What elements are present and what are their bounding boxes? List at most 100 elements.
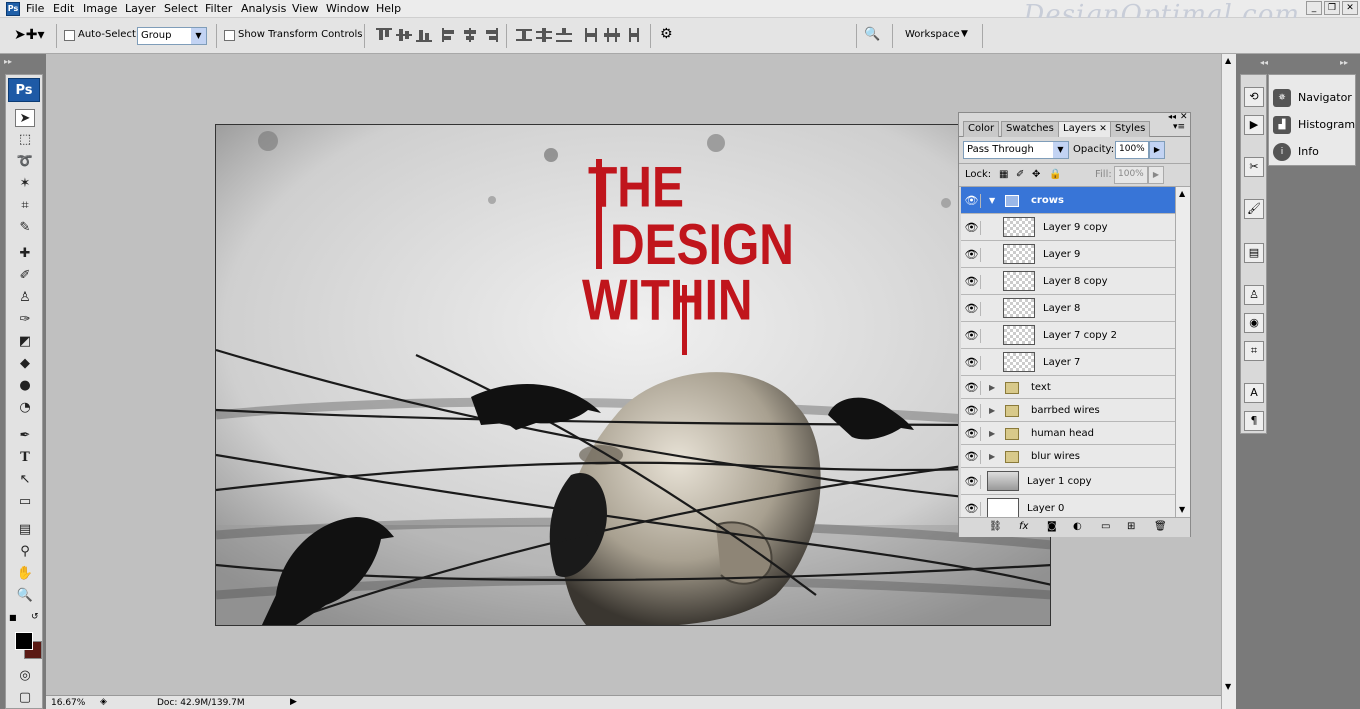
visibility-eye-icon[interactable]: 👁 <box>963 220 981 235</box>
scroll-up-icon[interactable]: ▲ <box>1225 56 1231 65</box>
minimize-button[interactable]: _ <box>1306 1 1322 15</box>
navigator-item[interactable]: ✵ Navigator <box>1273 87 1353 109</box>
menu-help[interactable]: Help <box>376 2 401 15</box>
photoshop-app-icon[interactable]: Ps <box>6 2 20 16</box>
adjustment-layer-icon[interactable]: ◐ <box>1073 521 1082 532</box>
hand-tool-icon[interactable]: ✋ <box>15 565 35 583</box>
restore-button[interactable]: ❐ <box>1324 1 1340 15</box>
crop-tool-icon[interactable]: ⌗ <box>15 197 35 215</box>
layer-group-row[interactable]: 👁 ▼ crows <box>961 187 1175 214</box>
link-layers-icon[interactable]: ⛓ <box>989 521 1002 532</box>
paths-icon[interactable]: ⌗ <box>1244 341 1264 361</box>
chevron-down-icon[interactable]: ▼ <box>1053 142 1068 158</box>
layer-group-row[interactable]: 👁 ▶ human head <box>961 422 1175 445</box>
expand-triangle-icon[interactable]: ▶ <box>989 429 995 438</box>
menu-image[interactable]: Image <box>83 2 117 15</box>
menu-analysis[interactable]: Analysis <box>241 2 286 15</box>
menu-view[interactable]: View <box>292 2 318 15</box>
auto-select-checkbox[interactable] <box>64 30 75 41</box>
clone-source-icon[interactable]: ♙ <box>1244 285 1264 305</box>
collapse-arrows-icon[interactable]: ◂◂ <box>1260 58 1268 67</box>
layer-style-icon[interactable]: fx <box>1019 521 1028 532</box>
distribute-vcenter-icon[interactable] <box>536 28 552 42</box>
distribute-top-icon[interactable] <box>516 28 532 42</box>
zoom-tool-icon[interactable]: 🔍 <box>15 587 35 605</box>
fill-input[interactable]: 100% <box>1114 166 1148 184</box>
distribute-bottom-icon[interactable] <box>556 28 572 42</box>
history-icon[interactable]: ⟲ <box>1244 87 1264 107</box>
layer-group-row[interactable]: 👁 ▶ blur wires <box>961 445 1175 468</box>
magic-wand-tool-icon[interactable]: ✶ <box>15 175 35 193</box>
new-layer-icon[interactable]: ⊞ <box>1127 521 1135 532</box>
path-selection-tool-icon[interactable]: ↖ <box>15 471 35 489</box>
collapse-arrows-icon[interactable]: ▸▸ <box>1340 58 1348 67</box>
layer-row[interactable]: 👁 Layer 9 <box>961 241 1175 268</box>
status-info-icon[interactable]: ◈ <box>100 697 107 707</box>
paragraph-icon[interactable]: ¶ <box>1244 411 1264 431</box>
layer-row[interactable]: 👁 Layer 7 copy 2 <box>961 322 1175 349</box>
menu-edit[interactable]: Edit <box>53 2 74 15</box>
align-top-icon[interactable] <box>376 28 392 42</box>
visibility-eye-icon[interactable]: 👁 <box>963 355 981 370</box>
scroll-up-icon[interactable]: ▲ <box>1179 189 1185 198</box>
tab-color[interactable]: Color <box>963 121 1000 137</box>
align-vcenter-icon[interactable] <box>396 28 412 42</box>
paint-bucket-tool-icon[interactable]: ◆ <box>15 355 35 373</box>
layers-scrollbar[interactable]: ▲ ▼ <box>1175 187 1190 517</box>
default-colors-icon[interactable]: ■ <box>9 613 17 622</box>
workspace-button[interactable]: Workspace ▼ <box>900 28 976 44</box>
lock-pixels-icon[interactable]: ✐ <box>1016 169 1024 180</box>
layer-row[interactable]: 👁 Layer 1 copy <box>961 468 1175 495</box>
eraser-tool-icon[interactable]: ◩ <box>15 333 35 351</box>
histogram-item[interactable]: ▟ Histogram <box>1273 114 1355 136</box>
add-mask-icon[interactable]: ◙ <box>1047 521 1057 532</box>
bridge-icon[interactable]: 🔍 <box>864 27 886 45</box>
channels-icon[interactable]: ◉ <box>1244 313 1264 333</box>
actions-icon[interactable]: ▶ <box>1244 115 1264 135</box>
type-tool-icon[interactable]: T <box>15 449 35 467</box>
layer-group-row[interactable]: 👁 ▶ barrbed wires <box>961 399 1175 422</box>
new-group-icon[interactable]: ▭ <box>1101 521 1110 532</box>
close-tab-icon[interactable]: ✕ <box>1099 124 1107 134</box>
foreground-color-swatch[interactable] <box>15 632 33 650</box>
visibility-eye-icon[interactable]: 👁 <box>963 403 981 418</box>
dodge-tool-icon[interactable]: ◔ <box>15 399 35 417</box>
brush-tool-icon[interactable]: ✐ <box>15 267 35 285</box>
expand-triangle-open-icon[interactable]: ▼ <box>989 196 995 205</box>
notes-tool-icon[interactable]: ▤ <box>15 521 35 539</box>
lasso-tool-icon[interactable]: ➰ <box>15 153 35 171</box>
visibility-eye-icon[interactable]: 👁 <box>963 380 981 395</box>
visibility-eye-icon[interactable]: 👁 <box>963 193 981 208</box>
blur-tool-icon[interactable]: ● <box>15 377 35 395</box>
menu-filter[interactable]: Filter <box>205 2 232 15</box>
vertical-scrollbar[interactable]: ▲ ▼ <box>1221 54 1236 709</box>
scroll-down-icon[interactable]: ▼ <box>1225 682 1231 691</box>
collapse-arrows-icon[interactable]: ▸▸ <box>4 57 12 66</box>
tab-swatches[interactable]: Swatches <box>1001 121 1059 137</box>
tab-styles[interactable]: Styles <box>1110 121 1151 137</box>
opacity-slider-arrow-icon[interactable]: ▶ <box>1149 141 1165 159</box>
pen-tool-icon[interactable]: ✒ <box>15 427 35 445</box>
layer-group-row[interactable]: 👁 ▶ text <box>961 376 1175 399</box>
tab-layers[interactable]: Layers ✕ <box>1058 121 1112 137</box>
blend-mode-dropdown[interactable]: Pass Through ▼ <box>963 141 1069 159</box>
panel-menu-icon[interactable]: ▾≡ <box>1173 122 1185 132</box>
move-tool-icon[interactable]: ➤ <box>15 109 35 127</box>
auto-align-icon[interactable]: ⚙ <box>660 26 673 42</box>
menu-window[interactable]: Window <box>326 2 369 15</box>
shape-tool-icon[interactable]: ▭ <box>15 493 35 511</box>
status-menu-arrow-icon[interactable]: ▶ <box>290 697 297 707</box>
lock-position-icon[interactable]: ✥ <box>1032 169 1040 180</box>
menu-select[interactable]: Select <box>164 2 198 15</box>
menu-layer[interactable]: Layer <box>125 2 156 15</box>
quick-mask-icon[interactable]: ◎ <box>15 667 35 685</box>
tool-presets-icon[interactable]: ✂ <box>1244 157 1264 177</box>
healing-brush-tool-icon[interactable]: ✚ <box>15 245 35 263</box>
eyedropper-tool-icon[interactable]: ⚲ <box>15 543 35 561</box>
info-item[interactable]: i Info <box>1273 141 1353 163</box>
chevron-down-icon[interactable]: ▼ <box>191 28 206 44</box>
layer-row[interactable]: 👁 Layer 8 copy <box>961 268 1175 295</box>
visibility-eye-icon[interactable]: 👁 <box>963 501 981 516</box>
show-transform-checkbox[interactable] <box>224 30 235 41</box>
clone-stamp-tool-icon[interactable]: ♙ <box>15 289 35 307</box>
